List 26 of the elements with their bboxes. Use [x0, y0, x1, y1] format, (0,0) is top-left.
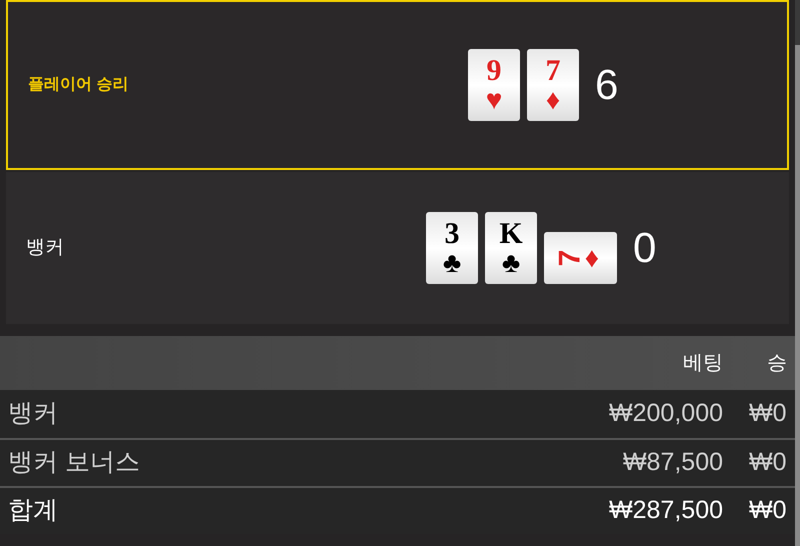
- suit-symbol: ♣: [442, 249, 462, 277]
- column-header: 베팅: [683, 351, 724, 376]
- hand-label: 뱅커: [25, 236, 65, 260]
- scrollbar[interactable]: [795, 45, 800, 546]
- playing-card: 3 ♣: [426, 212, 478, 284]
- table-cell-text: 뱅커 보너스: [7, 447, 141, 478]
- suit-symbol: ♣: [502, 249, 520, 277]
- suit-symbol: ♦: [584, 244, 599, 272]
- playing-card: 9 ♥: [468, 49, 520, 121]
- table-cell-text: 뱅커: [7, 398, 59, 430]
- suit-symbol: ♦: [546, 86, 560, 114]
- suit-symbol: ♥: [486, 86, 502, 114]
- table-cell-text: ₩0: [749, 495, 788, 526]
- playing-card: 7 ♦: [527, 49, 579, 121]
- hand-label: 플레이어 승리: [27, 75, 130, 95]
- table-cell-text: 합계: [7, 495, 59, 526]
- table-cell-text: ₩87,500: [622, 447, 724, 478]
- hand-score: 6: [595, 64, 618, 106]
- playing-card: K ♣: [485, 212, 537, 284]
- table-cell-text: ₩200,000: [609, 398, 724, 430]
- hand-score: 0: [633, 227, 656, 269]
- column-header: 승: [767, 351, 788, 376]
- table-cell-text: ₩0: [749, 398, 788, 430]
- table-cell-text: ₩0: [749, 447, 788, 478]
- table-cell-text: ₩287,500: [609, 495, 724, 526]
- playing-card: 7 ♦: [544, 232, 617, 284]
